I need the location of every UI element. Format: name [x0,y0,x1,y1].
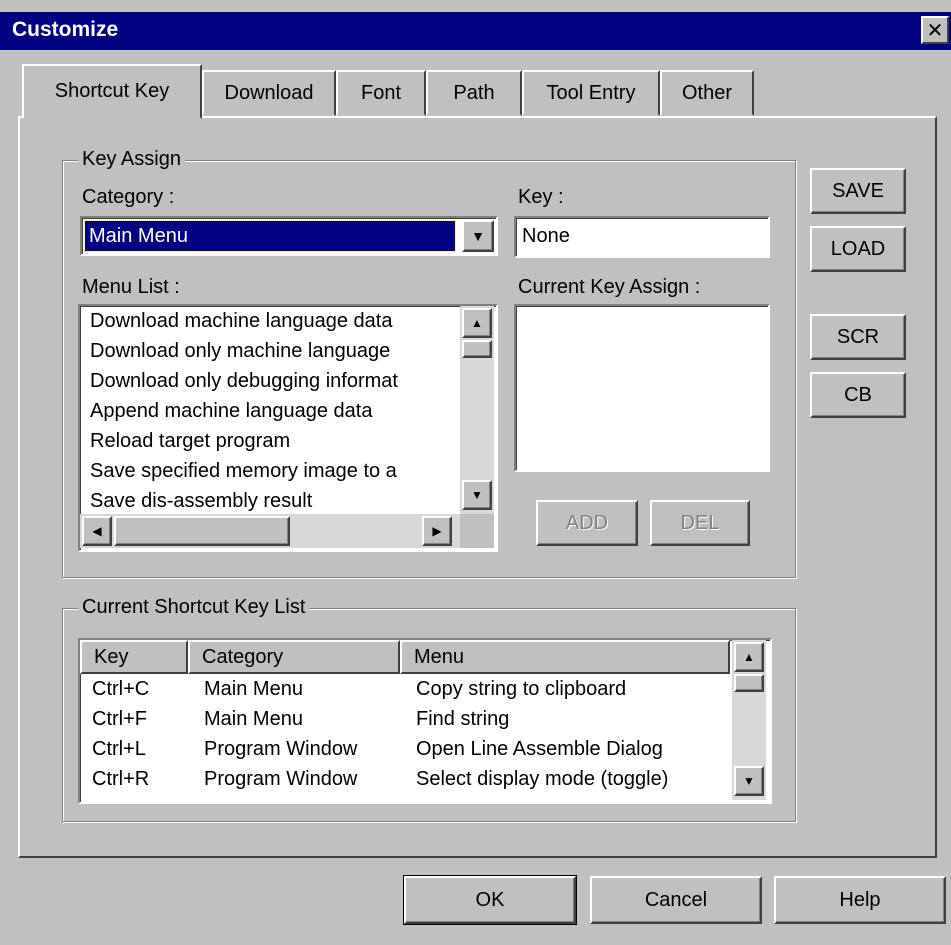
list-item[interactable]: Reload target program [90,430,290,453]
tab-font[interactable]: Font [336,70,426,116]
scroll-down-icon[interactable]: ▼ [734,766,764,796]
row-key: Ctrl+F [92,708,147,730]
scroll-left-icon[interactable]: ◀ [82,516,112,546]
tab-download[interactable]: Download [202,70,336,116]
list-item[interactable]: Append machine language data [90,400,372,423]
help-button[interactable]: Help [774,876,946,924]
key-field[interactable]: None [514,216,770,258]
list-item[interactable]: Download machine language data [90,310,392,333]
tab-tool-entry[interactable]: Tool Entry [522,70,660,116]
row-category: Main Menu [204,678,303,700]
shortcut-list-group-label: Current Shortcut Key List [78,596,310,619]
tab-label: Download [224,81,314,104]
menu-list-hscrollbar[interactable]: ◀ ▶ [80,514,460,548]
list-item[interactable]: Download only debugging informat [90,370,398,393]
tab-label: Shortcut Key [54,80,170,102]
row-category: Main Menu [204,708,303,730]
list-item[interactable]: Save dis-assembly result [90,490,312,513]
scroll-up-icon[interactable]: ▲ [462,308,492,338]
row-menu: Select display mode (toggle) [416,768,669,790]
tab-shortcut-key[interactable]: Shortcut Key [22,64,202,119]
key-assign-group-label: Key Assign [78,148,185,171]
scroll-up-icon[interactable]: ▲ [734,642,764,672]
column-header-menu[interactable]: Menu [400,640,730,674]
category-selected-value: Main Menu [84,220,456,252]
scroll-thumb[interactable] [114,516,290,546]
row-key: Ctrl+C [92,678,150,700]
scroll-thumb[interactable] [462,340,492,358]
column-header-key[interactable]: Key [80,640,188,674]
column-header-category[interactable]: Category [188,640,400,674]
row-key: Ctrl+R [92,768,150,790]
tab-label: Tool Entry [546,81,636,104]
tab-label: Other [681,81,733,104]
shortcut-table-vscrollbar[interactable]: ▲ ▼ [732,640,766,800]
load-button[interactable]: LOAD [810,226,906,272]
tab-other[interactable]: Other [660,70,754,116]
menu-list-label: Menu List : [82,276,180,298]
title-bar: Customize ✕ [0,12,951,50]
ok-button[interactable]: OK [403,875,577,925]
close-button[interactable]: ✕ [921,16,949,44]
tab-label: Font [360,81,402,104]
row-menu: Find string [416,708,510,730]
cancel-button[interactable]: Cancel [590,876,762,924]
list-item[interactable]: Save specified memory image to a [90,460,397,483]
close-icon: ✕ [926,19,944,42]
scroll-down-icon[interactable]: ▼ [462,480,492,510]
cb-button[interactable]: CB [810,372,906,418]
row-category: Program Window [204,768,358,790]
tab-label: Path [453,81,495,104]
key-label: Key : [518,186,564,208]
scroll-right-icon[interactable]: ▶ [422,516,452,546]
category-select[interactable]: Main Menu ▼ [80,216,498,256]
customize-dialog: Customize ✕ Shortcut Key Download Font P… [0,0,951,945]
scroll-corner [460,514,494,548]
row-key: Ctrl+L [92,738,146,760]
menu-list[interactable]: Download machine language data Download … [78,304,498,552]
row-menu: Open Line Assemble Dialog [416,738,663,760]
scr-button[interactable]: SCR [810,314,906,360]
menu-list-vscrollbar[interactable]: ▲ ▼ [460,306,494,514]
add-button[interactable]: ADD [536,500,638,546]
current-key-assign-label: Current Key Assign : [518,276,701,298]
tab-path[interactable]: Path [426,70,522,116]
chevron-down-icon[interactable]: ▼ [462,220,494,252]
window-title: Customize [12,18,119,41]
list-item[interactable]: Download only machine language [90,340,390,363]
current-key-assign-list[interactable] [514,304,770,472]
scroll-thumb[interactable] [734,674,764,692]
row-category: Program Window [204,738,358,760]
category-label: Category : [82,186,175,208]
row-menu: Copy string to clipboard [416,678,627,700]
shortcut-table[interactable]: Key Category Menu Ctrl+C Main Menu Copy … [78,638,772,804]
save-button[interactable]: SAVE [810,168,906,214]
del-button[interactable]: DEL [650,500,750,546]
